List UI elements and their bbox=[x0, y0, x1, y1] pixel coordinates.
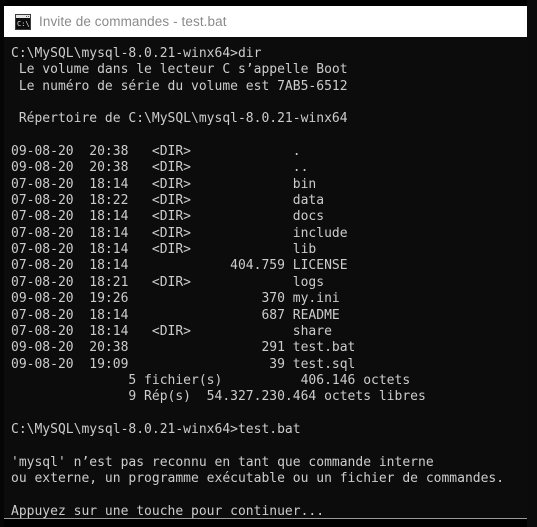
console-text: C:\MySQL\mysql-8.0.21-winx64>dir Le volu… bbox=[11, 46, 505, 518]
svg-text:C:\.: C:\. bbox=[17, 20, 31, 28]
command-prompt-window: C:\. Invite de commandes - test.bat C:\M… bbox=[0, 0, 537, 527]
window-right-edge bbox=[527, 0, 537, 527]
window-title: Invite de commandes - test.bat bbox=[39, 13, 227, 29]
window-titlebar[interactable]: C:\. Invite de commandes - test.bat bbox=[4, 6, 527, 37]
window-bottom-border bbox=[4, 518, 527, 519]
command-prompt-icon: C:\. bbox=[15, 13, 31, 30]
console-output-area[interactable]: C:\MySQL\mysql-8.0.21-winx64>dir Le volu… bbox=[4, 37, 527, 518]
